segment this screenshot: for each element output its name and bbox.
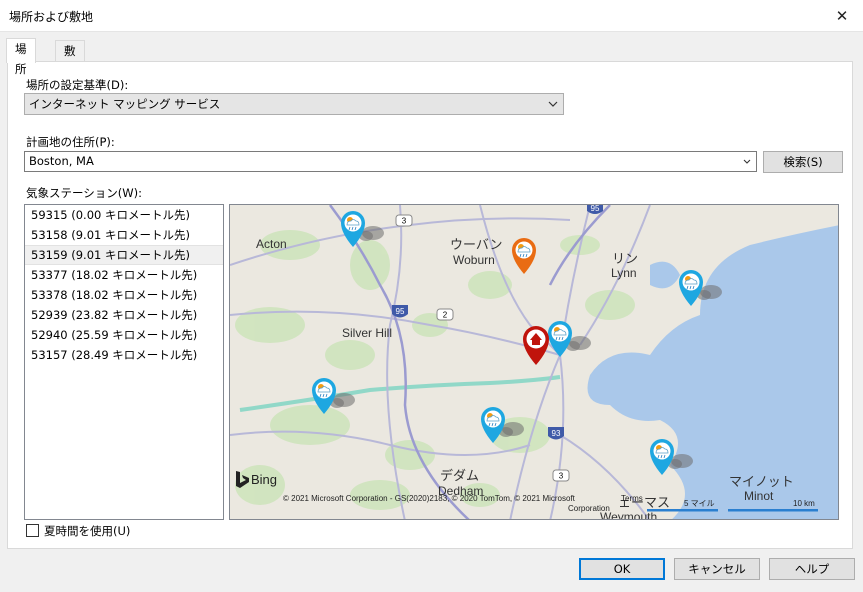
route-93: 93 (552, 429, 561, 438)
address-label: 計画地の住所(P): (26, 135, 115, 149)
ok-button[interactable]: OK (579, 558, 665, 580)
map-view[interactable]: Acton ウーバン Woburn リン Lynn Silver Hill デダ… (229, 204, 839, 520)
route-95b: 95 (396, 307, 405, 316)
list-item[interactable]: 59315 (0.00 キロメートル先) (25, 205, 223, 225)
list-item[interactable]: 52939 (23.82 キロメートル先) (25, 305, 223, 325)
title-bar: 場所および敷地 ✕ (0, 0, 863, 32)
route-95a: 95 (591, 205, 600, 213)
terms-link[interactable]: Terms (621, 494, 643, 503)
location-basis-value: インターネット マッピング サービス (29, 97, 221, 111)
station-list[interactable]: 59315 (0.00 キロメートル先) 53158 (9.01 キロメートル先… (24, 204, 224, 520)
place-dedham-ja: デダム (440, 468, 479, 483)
svg-text:5 マイル: 5 マイル (684, 499, 715, 508)
svg-text:Bing: Bing (251, 472, 277, 487)
route-3b: 3 (559, 472, 564, 481)
location-basis-label: 場所の設定基準(D): (26, 78, 129, 92)
window-title: 場所および敷地 (9, 10, 94, 24)
route-3a: 3 (402, 217, 407, 226)
list-item[interactable]: 53378 (18.02 キロメートル先) (25, 285, 223, 305)
dst-checkbox[interactable] (26, 524, 39, 537)
dst-label: 夏時間を使用(U) (44, 524, 131, 538)
route-2: 2 (443, 311, 448, 320)
place-lynn-ja: リン (612, 251, 638, 266)
stations-label: 気象ステーション(W): (26, 186, 142, 200)
cancel-button[interactable]: キャンセル (674, 558, 760, 580)
tab-site[interactable]: 敷地 (55, 40, 85, 78)
list-item[interactable]: 53159 (9.01 キロメートル先) (25, 245, 223, 265)
chevron-down-icon (743, 159, 751, 164)
search-button[interactable]: 検索(S) (763, 151, 843, 173)
place-woburn: Woburn (453, 253, 495, 267)
location-basis-select[interactable]: インターネット マッピング サービス (24, 93, 564, 115)
map-corporation: Corporation (568, 504, 610, 513)
list-item[interactable]: 53157 (28.49 キロメートル先) (25, 345, 223, 365)
place-lynn: Lynn (611, 266, 637, 280)
map-copyright: © 2021 Microsoft Corporation - GS(2020)2… (283, 494, 576, 503)
place-minot: Minot (744, 489, 774, 503)
list-item[interactable]: 53158 (9.01 キロメートル先) (25, 225, 223, 245)
help-button[interactable]: ヘルプ (769, 558, 855, 580)
chevron-down-icon (548, 101, 558, 107)
place-minot-ja: マイノット (729, 474, 794, 489)
place-acton: Acton (256, 237, 287, 251)
list-item[interactable]: 53377 (18.02 キロメートル先) (25, 265, 223, 285)
tab-location[interactable]: 場所 (6, 38, 36, 76)
close-icon[interactable]: ✕ (831, 5, 853, 27)
svg-text:10 km: 10 km (793, 499, 815, 508)
place-silver-hill: Silver Hill (342, 326, 392, 340)
address-input[interactable]: Boston, MA (24, 151, 757, 172)
place-woburn-ja: ウーバン (450, 237, 503, 252)
list-item[interactable]: 52940 (25.59 キロメートル先) (25, 325, 223, 345)
address-value: Boston, MA (29, 154, 94, 168)
